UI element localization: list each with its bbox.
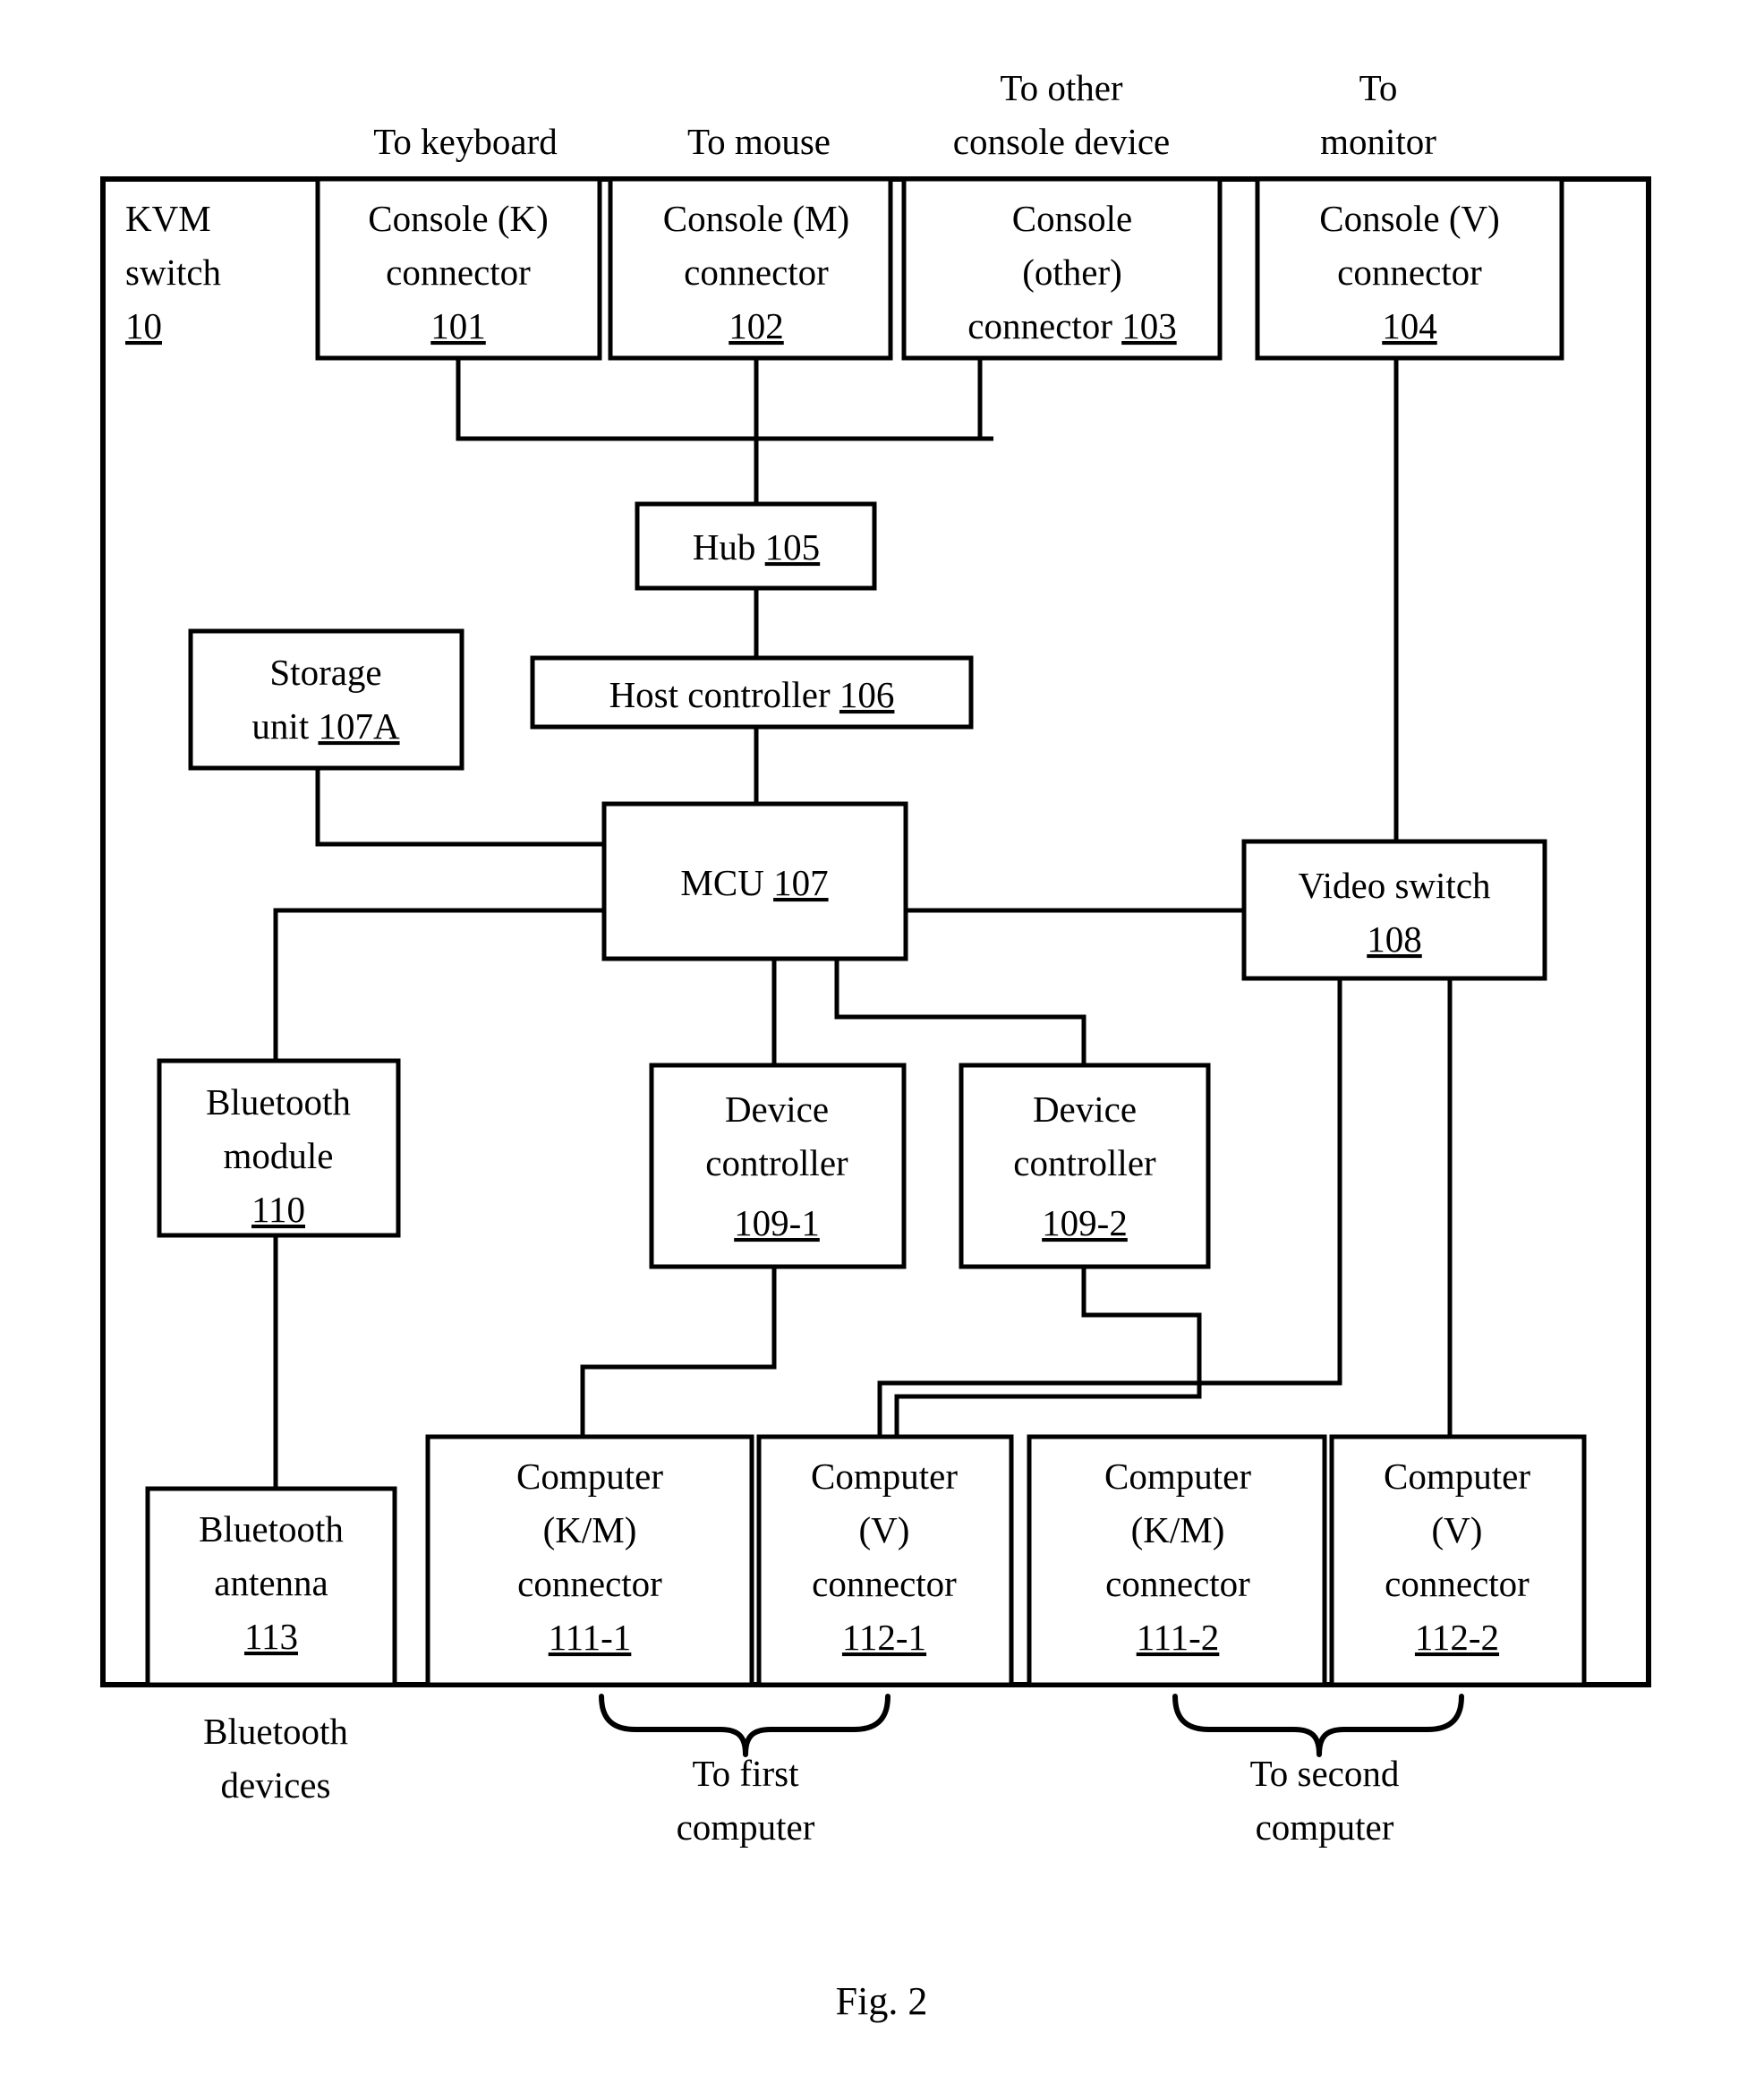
label-to-first-computer-line-2: computer bbox=[677, 1806, 815, 1848]
device-controller-2-line-1: Device bbox=[1033, 1089, 1137, 1130]
computer-v-2-line-3: connector bbox=[1385, 1563, 1530, 1604]
computer-km-1-line-2: (K/M) bbox=[543, 1509, 637, 1550]
computer-v-1-line-2: (V) bbox=[859, 1509, 910, 1550]
bluetooth-antenna-line-2: antenna bbox=[214, 1562, 328, 1603]
computer-v-1-line-1: Computer bbox=[811, 1456, 958, 1497]
video-switch-ref: 108 bbox=[1367, 918, 1422, 960]
wire-mcu-to-device-controller-2 bbox=[834, 959, 1087, 1065]
mcu-label: MCU 107 bbox=[680, 862, 828, 903]
console-other-line-2: (other) bbox=[1022, 252, 1122, 293]
console-k-line-2: connector bbox=[386, 252, 531, 293]
storage-unit-line-1: Storage bbox=[269, 652, 381, 693]
video-switch-line-1: Video switch bbox=[1298, 865, 1490, 906]
console-m-line-1: Console (M) bbox=[663, 198, 849, 239]
console-other-line-3: connector 103 bbox=[967, 305, 1176, 346]
computer-km-2-line-3: connector bbox=[1105, 1563, 1250, 1604]
label-bluetooth-devices-line-1: Bluetooth bbox=[203, 1711, 348, 1752]
bluetooth-antenna-ref: 113 bbox=[244, 1616, 298, 1657]
brace-to-second-computer bbox=[1172, 1694, 1464, 1757]
computer-km-2-ref: 111-2 bbox=[1137, 1617, 1220, 1658]
kvm-switch-ref: 10 bbox=[125, 305, 162, 346]
label-to-monitor-line-2: monitor bbox=[1320, 121, 1436, 162]
label-bluetooth-devices-line-2: devices bbox=[221, 1764, 331, 1806]
label-to-other-console-line-2: console device bbox=[953, 121, 1170, 162]
computer-km-1-line-3: connector bbox=[517, 1563, 662, 1604]
computer-v-1-line-3: connector bbox=[812, 1563, 957, 1604]
computer-v-2-line-1: Computer bbox=[1384, 1456, 1530, 1497]
device-controller-1-line-1: Device bbox=[725, 1089, 829, 1130]
computer-km-2-line-1: Computer bbox=[1104, 1456, 1251, 1497]
computer-km-1-ref: 111-1 bbox=[549, 1617, 632, 1658]
console-v-line-1: Console (V) bbox=[1319, 198, 1500, 239]
console-k-ref: 101 bbox=[430, 305, 486, 346]
host-controller-label: Host controller 106 bbox=[609, 674, 895, 715]
brace-to-first-computer bbox=[599, 1694, 891, 1757]
computer-v-2-ref: 112-2 bbox=[1415, 1617, 1499, 1658]
wire-device-controller-2-to-computer-km-2 bbox=[894, 1267, 1202, 1437]
console-m-ref: 102 bbox=[729, 305, 784, 346]
bluetooth-antenna-line-1: Bluetooth bbox=[199, 1508, 344, 1550]
hub-label: Hub 105 bbox=[693, 526, 820, 568]
computer-km-1-line-1: Computer bbox=[516, 1456, 663, 1497]
figure-caption: Fig. 2 bbox=[836, 1979, 928, 2023]
label-to-second-computer-line-2: computer bbox=[1256, 1806, 1394, 1848]
bluetooth-module-line-1: Bluetooth bbox=[206, 1081, 351, 1123]
label-to-monitor-line-1: To bbox=[1359, 67, 1398, 108]
wire-device-controller-1-to-computer-km-1 bbox=[580, 1267, 777, 1437]
computer-v-1-ref: 112-1 bbox=[842, 1617, 926, 1658]
device-controller-1-line-2: controller bbox=[705, 1142, 848, 1183]
device-controller-1-ref: 109-1 bbox=[734, 1202, 820, 1243]
label-to-other-console-line-1: To other bbox=[1000, 67, 1123, 108]
console-m-line-2: connector bbox=[684, 252, 829, 293]
computer-km-2-line-2: (K/M) bbox=[1131, 1509, 1225, 1550]
bluetooth-module-line-2: module bbox=[224, 1135, 334, 1176]
kvm-switch-line-1: KVM bbox=[125, 198, 211, 239]
label-to-first-computer-line-1: To first bbox=[693, 1753, 800, 1794]
console-v-line-2: connector bbox=[1337, 252, 1482, 293]
label-to-mouse: To mouse bbox=[687, 121, 831, 162]
label-to-keyboard: To keyboard bbox=[373, 121, 557, 162]
device-controller-2-line-2: controller bbox=[1013, 1142, 1156, 1183]
computer-v-2-line-2: (V) bbox=[1432, 1509, 1483, 1550]
label-to-second-computer-line-1: To second bbox=[1250, 1753, 1400, 1794]
console-other-line-1: Console bbox=[1012, 198, 1132, 239]
console-v-ref: 104 bbox=[1382, 305, 1437, 346]
bluetooth-module-ref: 110 bbox=[251, 1189, 305, 1230]
block-diagram-svg: Console (K) connector 101 Console (M) co… bbox=[100, 67, 1651, 2023]
console-k-line-1: Console (K) bbox=[368, 198, 549, 239]
patent-figure: Console (K) connector 101 Console (M) co… bbox=[0, 0, 1764, 2075]
storage-unit-line-2: unit 107A bbox=[251, 705, 400, 747]
device-controller-2-ref: 109-2 bbox=[1042, 1202, 1128, 1243]
wire-console-k-to-hub-bus bbox=[456, 358, 993, 441]
kvm-switch-line-2: switch bbox=[125, 252, 221, 293]
wire-mcu-to-bluetooth-module bbox=[273, 908, 609, 1061]
wire-storage-unit-to-mcu bbox=[315, 768, 609, 847]
